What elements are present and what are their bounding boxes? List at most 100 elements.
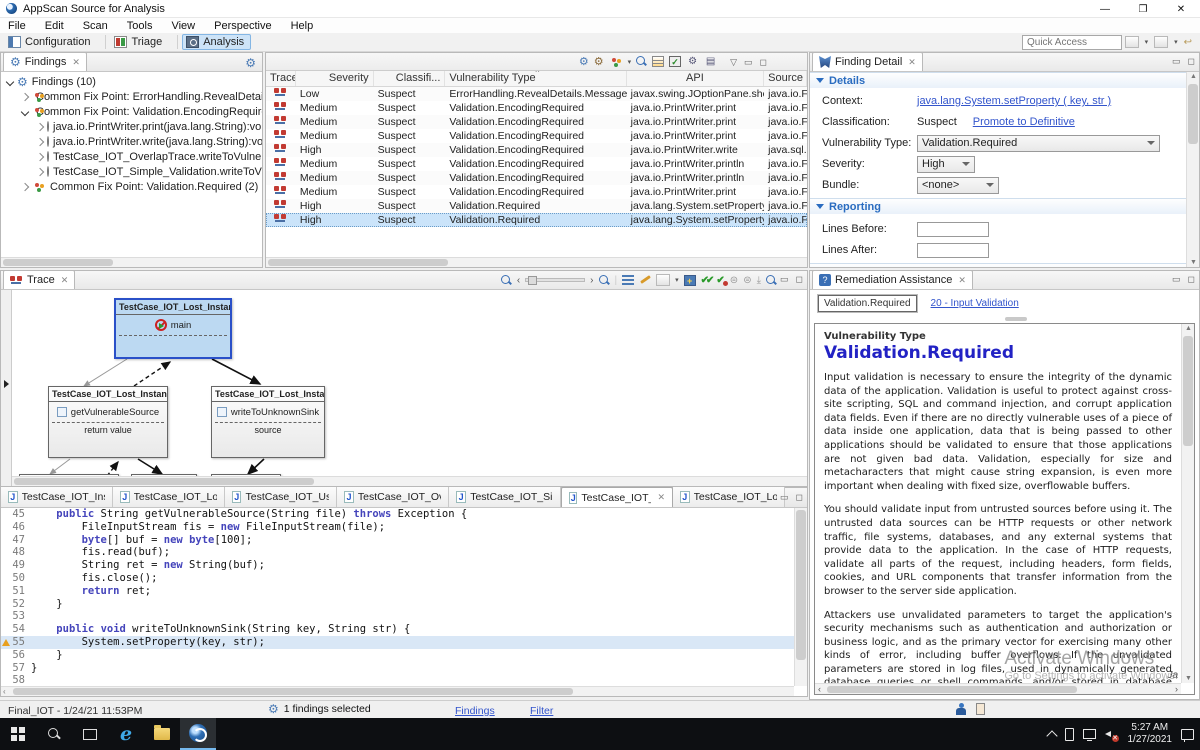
zoom-out-icon[interactable] [501,275,512,286]
quick-access-input[interactable] [1022,35,1122,50]
column-header-api[interactable]: API [627,71,764,86]
trace-canvas[interactable]: TestCase_IOT_Lost_Instance main TestCase… [12,290,807,477]
trace-node-main[interactable]: TestCase_IOT_Lost_Instance main [114,298,232,359]
table-row[interactable]: MediumSuspectValidation.EncodingRequired… [266,101,807,115]
tree-item[interactable]: java.io.PrintWriter.write(java.lang.Stri… [1,134,262,149]
perspective-switch-icon[interactable] [1154,36,1168,48]
close-icon[interactable]: ✕ [958,275,966,286]
trace-node-sink[interactable]: TestCase_IOT_Lost_Instance writeToUnknow… [211,386,325,458]
scan-config-icon[interactable]: ⚙ [686,56,699,68]
trace-icon[interactable] [274,186,287,195]
maximize-panel-icon[interactable]: ◻ [796,492,803,502]
tree-expand-icon[interactable] [36,137,44,145]
zoom-in-icon[interactable] [599,275,610,286]
perspective-configuration[interactable]: Configuration [4,34,97,50]
edit-trace-icon[interactable] [639,274,651,286]
select-all-icon[interactable]: ✓ [669,56,681,67]
trace-icon[interactable] [274,116,287,125]
scroll-up-icon[interactable]: ▲ [1189,73,1198,80]
code-editor[interactable]: 45 public String getVulnerableSource(Str… [1,508,794,686]
editor-hscrollbar[interactable]: ‹ [1,686,794,696]
editor-tab[interactable]: JTestCase_IOT_Ov... [337,487,449,507]
trace-icon[interactable] [274,158,287,167]
close-icon[interactable]: ✕ [61,275,69,286]
chevron-down-icon[interactable]: ▾ [675,276,679,284]
find-in-trace-icon[interactable] [766,275,777,286]
scroll-left-icon[interactable]: ‹ [818,684,821,694]
findings-table-hscrollbar[interactable] [266,257,807,267]
trace-hscrollbar[interactable] [12,476,807,486]
tab-findings[interactable]: ⚙ Findings ✕ [3,52,87,71]
editor-tab[interactable]: JTestCase_IOT_Los... [113,487,225,507]
code-line[interactable]: 47 byte[] buf = new byte[100]; [1,534,794,547]
trace-node-source[interactable]: TestCase_IOT_Lost_Instance getVulnerable… [48,386,168,458]
group-by-icon[interactable] [609,56,623,68]
tree-expand-icon[interactable] [21,182,29,190]
tree-collapse-icon[interactable] [6,77,14,85]
code-line[interactable]: 56 } [1,649,794,662]
code-line[interactable]: 49 String ret = new String(buf); [1,559,794,572]
trace-icon[interactable] [274,214,287,223]
step-back-icon[interactable]: ⊜ [730,275,738,286]
editor-tab[interactable]: JTestCase_IOT_Use... [225,487,337,507]
scroll-up-icon[interactable]: ▲ [1184,325,1193,332]
code-line[interactable]: 54 public void writeToUnknownSink(String… [1,623,794,636]
table-row[interactable]: MediumSuspectValidation.EncodingRequired… [266,185,807,199]
filter-settings-icon[interactable]: ⚙ [245,57,256,69]
trace-icon[interactable] [274,172,287,181]
back-history-icon[interactable]: ↩ [1184,37,1192,48]
speaker-muted-icon[interactable] [1105,728,1119,740]
tree-expand-icon[interactable] [36,122,44,130]
table-view-icon[interactable] [652,56,664,67]
zoom-slider[interactable] [525,278,585,282]
column-header-classifi-[interactable]: Classifi... [374,71,446,86]
status-findings-link[interactable]: Findings [455,705,495,717]
table-row[interactable]: HighSuspectValidation.Requiredjava.lang.… [266,213,807,227]
search-icon[interactable] [636,56,647,67]
code-line[interactable]: 57} [1,662,794,675]
network-icon[interactable] [1083,729,1096,739]
column-header-source[interactable]: Source [764,71,807,86]
search-button[interactable] [36,718,72,750]
tree-item[interactable]: ⚙Findings (10) [1,74,262,89]
status-filter-link[interactable]: Filter [530,705,553,717]
minimize-panel-icon[interactable]: ▭ [1172,274,1181,284]
export-icon[interactable]: ▤ [704,56,717,68]
trace-palette-strip[interactable] [1,290,12,486]
scroll-right-icon[interactable]: › [1175,684,1178,694]
appscan-taskbar-button[interactable] [180,718,216,750]
tree-expand-icon[interactable] [36,152,44,160]
vulnerability-type-select[interactable]: Validation.Required [917,135,1160,152]
table-row[interactable]: MediumSuspectValidation.EncodingRequired… [266,129,807,143]
maximize-panel-icon[interactable]: ◻ [1188,274,1195,284]
close-icon[interactable]: ✕ [72,57,80,68]
severity-select[interactable]: High [917,156,975,173]
tree-expand-icon[interactable] [21,92,29,100]
close-icon[interactable]: ✕ [657,492,665,503]
table-row[interactable]: MediumSuspectValidation.EncodingRequired… [266,115,807,129]
close-button[interactable]: ✕ [1162,0,1200,18]
code-line[interactable]: 53 [1,610,794,623]
task-view-button[interactable] [72,718,108,750]
tree-item[interactable]: Common Fix Point: Validation.Required (2… [1,179,262,194]
layout-icon[interactable] [656,274,670,286]
menu-edit[interactable]: Edit [45,20,64,32]
trace-icon[interactable] [274,144,287,153]
method-checkbox[interactable] [217,407,227,417]
step-forward-icon[interactable]: ⊜ [743,275,751,286]
open-perspective-icon[interactable] [1125,36,1139,48]
tree-collapse-icon[interactable] [21,107,29,115]
device-icon[interactable] [1065,728,1074,741]
menu-file[interactable]: File [8,20,26,32]
menu-scan[interactable]: Scan [83,20,108,32]
perspective-analysis[interactable]: Analysis [182,34,251,50]
table-row[interactable]: MediumSuspectValidation.EncodingRequired… [266,171,807,185]
clock[interactable]: 5:27 AM 1/27/2021 [1128,722,1173,746]
filter-gear2-icon[interactable]: ⚙ [594,56,604,68]
file-explorer-button[interactable] [144,718,180,750]
user-icon[interactable] [956,703,966,715]
outline-view-icon[interactable] [622,275,634,285]
restore-button[interactable]: ❐ [1124,0,1162,18]
tab-trace[interactable]: Trace ✕ [3,270,75,289]
menu-tools[interactable]: Tools [127,20,153,32]
